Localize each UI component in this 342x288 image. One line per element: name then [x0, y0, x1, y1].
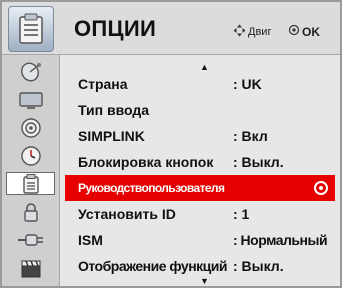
menu-item-value: : Вкл [233, 128, 268, 144]
category-audio[interactable] [6, 116, 55, 139]
menu-item-label: ISM [78, 232, 103, 248]
move-hint-label: Двиг [248, 26, 272, 38]
menu-item-label: Страна [78, 76, 128, 92]
input-plug-icon [17, 233, 43, 246]
ok-button-icon [288, 24, 300, 39]
menu-item-set-id[interactable]: Установить ID : 1 [65, 201, 335, 227]
menu-item-user-guide[interactable]: Руководствопользователя [65, 175, 335, 201]
menu-item-ism[interactable]: ISM : Нормальный [65, 227, 335, 253]
tv-screen-icon [18, 91, 43, 109]
clock-icon [20, 145, 41, 166]
menu-item-label: Руководствопользователя [78, 181, 225, 195]
menu-item-country[interactable]: Страна : UK [65, 71, 335, 97]
ok-hint: OK [288, 24, 320, 39]
menu-item-value: : Нормальный [233, 232, 328, 248]
options-menu-icon [8, 6, 54, 52]
category-satellite[interactable] [6, 60, 55, 83]
page-title: ОПЦИИ [74, 16, 157, 41]
move-hint: Двиг [233, 24, 271, 40]
category-options[interactable] [6, 172, 55, 195]
menu-item-value: : Выкл. [233, 154, 284, 170]
menu-item-value: : Выкл. [233, 258, 284, 274]
satellite-dish-icon [20, 62, 41, 81]
menu-item-label: Блокировка кнопок [78, 154, 214, 170]
menu-item-label: Тип ввода [78, 102, 150, 118]
category-lock[interactable] [6, 200, 55, 223]
menu-item-key-lock[interactable]: Блокировка кнопок : Выкл. [65, 149, 335, 175]
radio-selected-icon [314, 181, 328, 195]
menu-item-simplink[interactable]: SIMPLINK : Вкл [65, 123, 335, 149]
scroll-down-icon[interactable]: ▼ [200, 276, 209, 286]
lock-icon [23, 202, 38, 222]
menu-item-label: Отображение функций [78, 258, 228, 274]
options-list: ▲ Страна : UK Тип ввода SIMPLINK : Вкл Б… [61, 55, 340, 286]
clapperboard-icon [21, 260, 40, 277]
category-input[interactable] [6, 228, 55, 251]
speaker-icon [20, 117, 41, 138]
menu-item-label: SIMPLINK [78, 128, 145, 144]
ok-hint-label: OK [302, 24, 320, 39]
options-icon [22, 173, 39, 194]
navigation-arrows-icon [233, 24, 246, 40]
menu-item-value: : UK [233, 76, 262, 92]
category-icon-strip [2, 55, 60, 286]
menu-item-label: Установить ID [78, 206, 176, 222]
category-time[interactable] [6, 144, 55, 167]
menu-item-input-type[interactable]: Тип ввода [65, 97, 335, 123]
menu-header: ОПЦИИ Двиг OK [2, 2, 340, 55]
menu-item-value: : 1 [233, 206, 250, 222]
options-menu-window: ОПЦИИ Двиг OK ▲ Страна: UK Тип ввода SI… [0, 0, 342, 288]
category-media[interactable] [6, 256, 55, 279]
category-picture[interactable] [6, 88, 55, 111]
